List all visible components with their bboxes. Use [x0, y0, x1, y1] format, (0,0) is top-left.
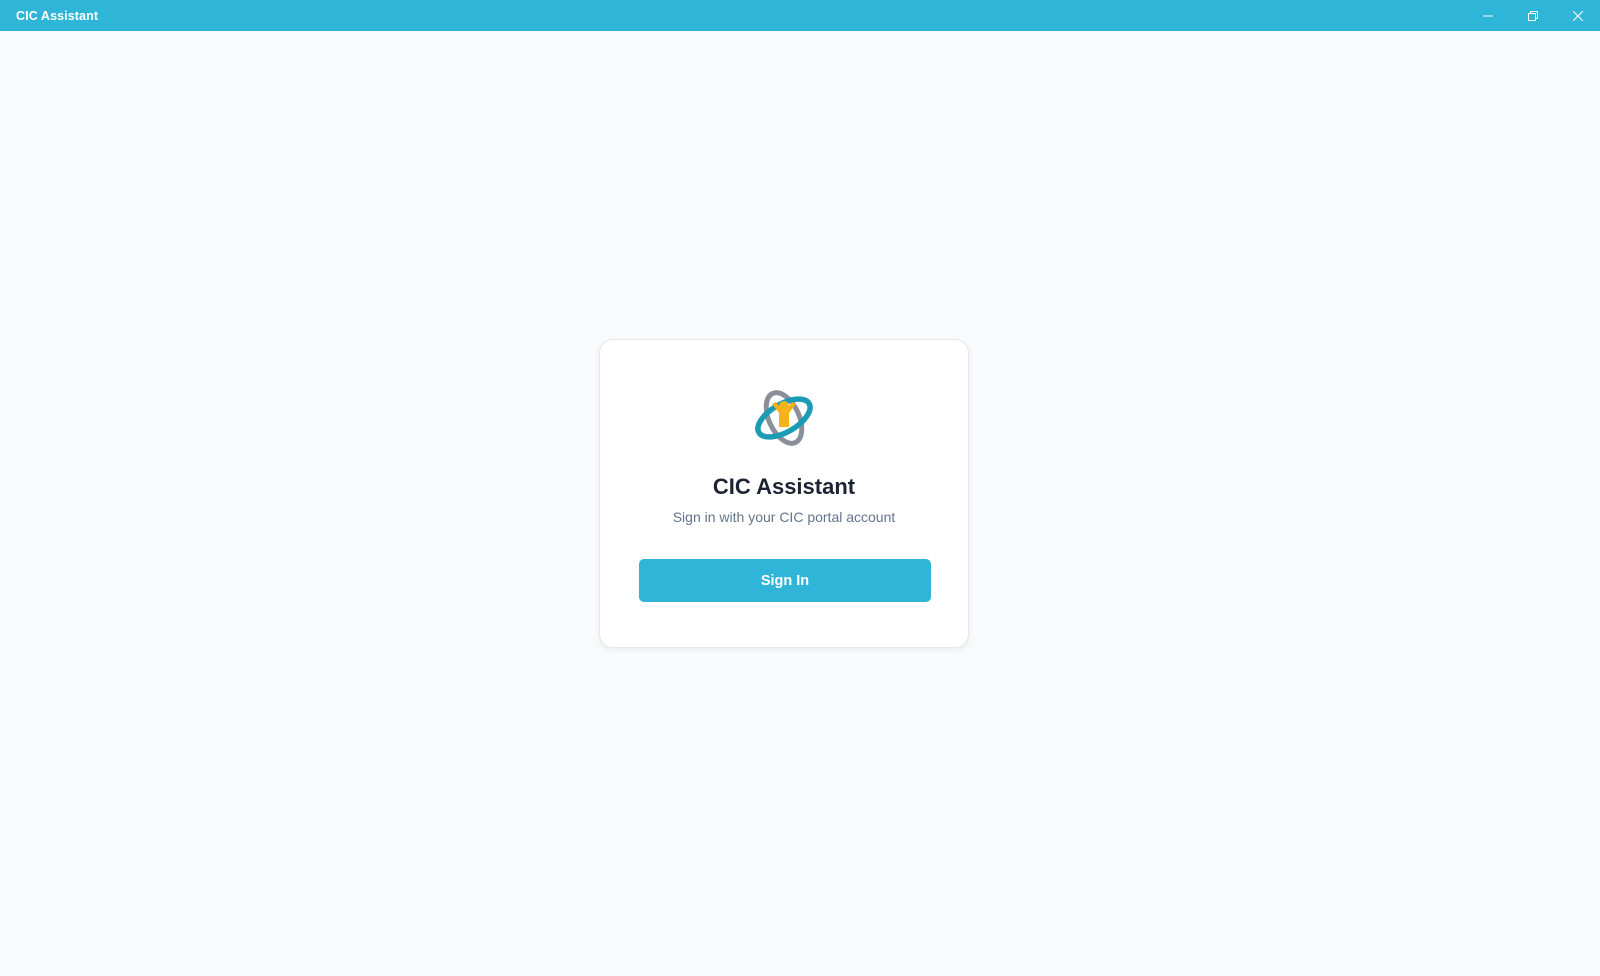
minimize-button[interactable] — [1465, 0, 1510, 31]
app-title: CIC Assistant — [712, 474, 856, 499]
sign-in-subtitle: Sign in with your CIC portal account — [672, 509, 896, 525]
minimize-icon — [1482, 11, 1493, 21]
close-button[interactable] — [1555, 0, 1600, 31]
title-bar[interactable]: CIC Assistant — [0, 0, 1600, 31]
sign-in-button[interactable]: Sign In — [639, 559, 931, 602]
window-title: CIC Assistant — [16, 8, 99, 23]
cic-logo-icon — [752, 389, 816, 447]
restore-icon — [1527, 10, 1538, 21]
main-content: CIC Assistant Sign in with your CIC port… — [0, 31, 1600, 976]
window-controls — [1465, 0, 1600, 31]
restore-button[interactable] — [1510, 0, 1555, 31]
close-icon — [1572, 10, 1583, 21]
login-card: CIC Assistant Sign in with your CIC port… — [599, 339, 969, 648]
